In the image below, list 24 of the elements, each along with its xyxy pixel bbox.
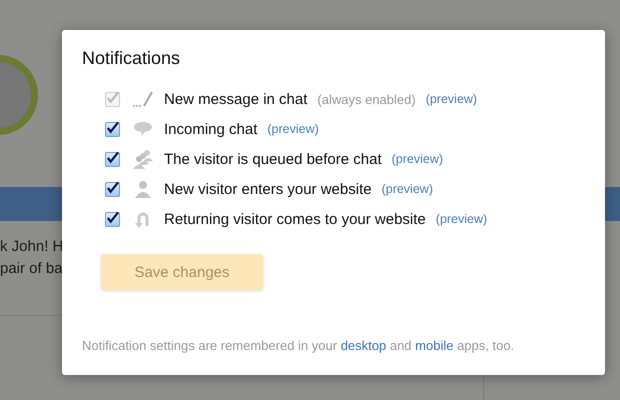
footer-link[interactable]: desktop <box>340 338 386 353</box>
speech-bubble-icon <box>133 121 153 137</box>
notification-label: Returning visitor comes to your website <box>164 210 426 228</box>
footer-note: Notification settings are remembered in your desktop and mobile apps, too. <box>82 338 516 353</box>
footer-link[interactable]: mobile <box>415 338 454 353</box>
preview-link[interactable]: (preview) <box>382 182 433 196</box>
checkbox[interactable] <box>105 212 120 226</box>
typing-icon <box>132 90 154 108</box>
people-group-icon <box>132 149 154 169</box>
preview-link[interactable]: (preview) <box>436 212 488 226</box>
return-arrow-icon <box>135 210 151 228</box>
notification-label: New message in chat <box>164 90 308 108</box>
dialog-title: Notifications <box>82 48 182 69</box>
note-text: (always enabled) <box>317 92 416 106</box>
checkbox[interactable] <box>105 152 120 166</box>
message-text: k John! H <box>0 237 62 257</box>
checkbox[interactable] <box>105 182 120 196</box>
preview-link[interactable]: (preview) <box>267 122 319 136</box>
checkbox[interactable] <box>105 122 120 136</box>
person-icon <box>134 180 152 198</box>
notification-label: Incoming chat <box>164 120 258 138</box>
preview-link[interactable]: (preview) <box>392 152 444 166</box>
notification-label: The visitor is queued before chat <box>164 150 382 168</box>
notification-label: New visitor enters your website <box>164 180 372 198</box>
